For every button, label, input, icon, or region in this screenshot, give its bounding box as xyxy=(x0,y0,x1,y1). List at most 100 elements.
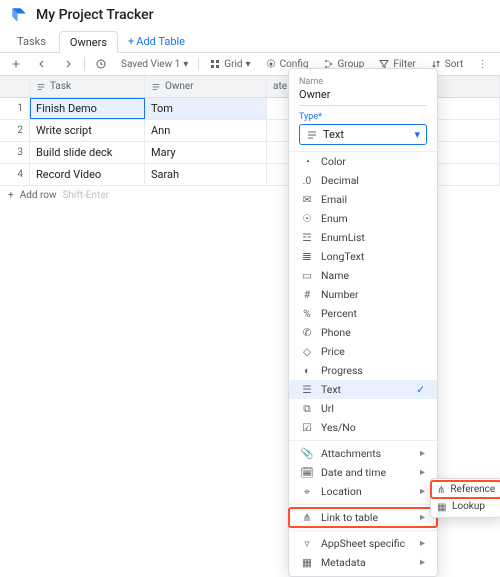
row-number: 2 xyxy=(0,120,30,141)
divider xyxy=(289,440,437,441)
chevron-right-icon: ▸ xyxy=(420,557,425,568)
row-number: 4 xyxy=(0,164,30,185)
plus-icon: + xyxy=(128,35,134,48)
type-option-datetime[interactable]: 🗓Date and time▸ xyxy=(289,463,437,482)
type-option-number[interactable]: #Number xyxy=(289,285,437,304)
type-option-progress[interactable]: ◐Progress xyxy=(289,361,437,380)
cell-task[interactable]: Record Video xyxy=(30,164,145,185)
cell-task[interactable]: Finish Demo xyxy=(30,98,145,119)
chevron-down-icon: ▾ xyxy=(183,59,188,70)
type-option-yesno[interactable]: ☑Yes/No xyxy=(289,418,437,437)
type-option-enumlist[interactable]: ☲EnumList xyxy=(289,228,437,247)
chevron-right-icon: ▸ xyxy=(420,448,425,459)
submenu-option-reference[interactable]: ⋔Reference xyxy=(431,481,500,498)
type-option-appsheet[interactable]: ▿AppSheet specific▸ xyxy=(289,534,437,553)
cell-owner[interactable]: Sarah xyxy=(145,164,267,185)
percent-icon: % xyxy=(301,308,313,320)
chevron-right-icon: ▸ xyxy=(420,538,425,549)
field-type-dropdown[interactable]: Text ▾ xyxy=(299,124,427,145)
type-option-price[interactable]: ◇Price xyxy=(289,342,437,361)
link-icon: ⋔ xyxy=(301,512,313,524)
history-button[interactable] xyxy=(91,56,111,72)
type-option-url[interactable]: ⧉Url xyxy=(289,399,437,418)
layout-grid-button[interactable]: Grid ▾ xyxy=(205,56,254,72)
cell-task[interactable]: Build slide deck xyxy=(30,142,145,163)
column-header-owner[interactable]: Owner xyxy=(145,76,267,97)
chevron-right-icon: ▸ xyxy=(420,467,425,478)
text-icon xyxy=(306,129,318,141)
app-header: My Project Tracker xyxy=(0,0,500,30)
decimal-icon: .0 xyxy=(301,175,313,187)
price-icon: ◇ xyxy=(301,346,313,358)
field-type-label: Type* xyxy=(299,112,427,122)
type-option-email[interactable]: ✉Email xyxy=(289,190,437,209)
link-to-table-submenu: ⋔Reference ▦Lookup xyxy=(430,478,500,518)
text-icon xyxy=(36,82,46,92)
table-tabs: Tasks Owners +Add Table xyxy=(0,30,500,53)
saved-view-dropdown[interactable]: Saved View 1 ▾ xyxy=(117,57,192,72)
cell-owner[interactable]: Tom xyxy=(145,98,267,119)
color-icon: ◔ xyxy=(301,156,313,168)
type-option-percent[interactable]: %Percent xyxy=(289,304,437,323)
grid-icon xyxy=(209,58,221,70)
name-icon: ▭ xyxy=(301,270,313,282)
location-icon: ⌖ xyxy=(301,486,313,498)
type-option-text[interactable]: ☰Text✓ xyxy=(289,380,437,399)
tab-owners[interactable]: Owners xyxy=(59,31,118,53)
type-option-color[interactable]: ◔Color xyxy=(289,152,437,171)
text-icon xyxy=(151,82,161,92)
enum-icon: ☉ xyxy=(301,213,313,225)
column-header-task[interactable]: Task xyxy=(30,76,145,97)
url-icon: ⧉ xyxy=(301,403,313,415)
plus-icon: + xyxy=(8,190,14,201)
appsheet-icon: ▿ xyxy=(301,538,313,550)
add-table-button[interactable]: +Add Table xyxy=(120,31,193,52)
row-number-header xyxy=(0,76,30,97)
row-number: 3 xyxy=(0,142,30,163)
field-name-label: Name xyxy=(299,77,427,87)
type-option-longtext[interactable]: 𝌆LongText xyxy=(289,247,437,266)
number-icon: # xyxy=(301,289,313,301)
type-option-metadata[interactable]: ▦Metadata▸ xyxy=(289,553,437,572)
progress-icon: ◐ xyxy=(301,365,313,377)
type-option-location[interactable]: ⌖Location▸ xyxy=(289,482,437,501)
undo-button[interactable] xyxy=(32,56,52,72)
type-option-link-to-table[interactable]: ⋔Link to table▸ xyxy=(289,508,437,527)
lookup-icon: ▦ xyxy=(437,502,447,512)
tab-tasks[interactable]: Tasks xyxy=(6,30,57,52)
gear-icon xyxy=(265,58,277,70)
longtext-icon: 𝌆 xyxy=(301,251,313,263)
enumlist-icon: ☲ xyxy=(301,232,313,244)
metadata-icon: ▦ xyxy=(301,557,313,569)
row-number: 1 xyxy=(0,98,30,119)
chevron-down-icon: ▾ xyxy=(414,128,420,141)
phone-icon: ✆ xyxy=(301,327,313,339)
yesno-icon: ☑ xyxy=(301,422,313,434)
cell-owner[interactable]: Ann xyxy=(145,120,267,141)
redo-button[interactable] xyxy=(58,56,78,72)
divider xyxy=(289,504,437,505)
chevron-right-icon: ▸ xyxy=(420,512,425,523)
type-option-decimal[interactable]: .0Decimal xyxy=(289,171,437,190)
attachment-icon: 📎 xyxy=(301,448,313,460)
type-option-name[interactable]: ▭Name xyxy=(289,266,437,285)
cell-owner[interactable]: Mary xyxy=(145,142,267,163)
type-options-list: ◔Color .0Decimal ✉Email ☉Enum ☲EnumList … xyxy=(289,152,437,572)
text-icon: ☰ xyxy=(301,384,313,396)
app-title: My Project Tracker xyxy=(36,7,154,23)
type-option-phone[interactable]: ✆Phone xyxy=(289,323,437,342)
type-option-enum[interactable]: ☉Enum xyxy=(289,209,437,228)
reference-icon: ⋔ xyxy=(437,485,445,495)
check-icon: ✓ xyxy=(416,383,425,396)
chevron-right-icon: ▸ xyxy=(420,486,425,497)
cell-task[interactable]: Write script xyxy=(30,120,145,141)
submenu-option-lookup[interactable]: ▦Lookup xyxy=(431,498,500,515)
add-button[interactable] xyxy=(6,56,26,72)
more-button[interactable]: ⋮ xyxy=(473,57,491,72)
column-config-panel: Name Owner Type* Text ▾ ◔Color .0Decimal… xyxy=(288,68,438,577)
appsheet-logo-icon xyxy=(10,6,28,24)
field-name-value[interactable]: Owner xyxy=(299,88,427,106)
calendar-icon: 🗓 xyxy=(301,467,313,479)
email-icon: ✉ xyxy=(301,194,313,206)
type-option-attachments[interactable]: 📎Attachments▸ xyxy=(289,444,437,463)
